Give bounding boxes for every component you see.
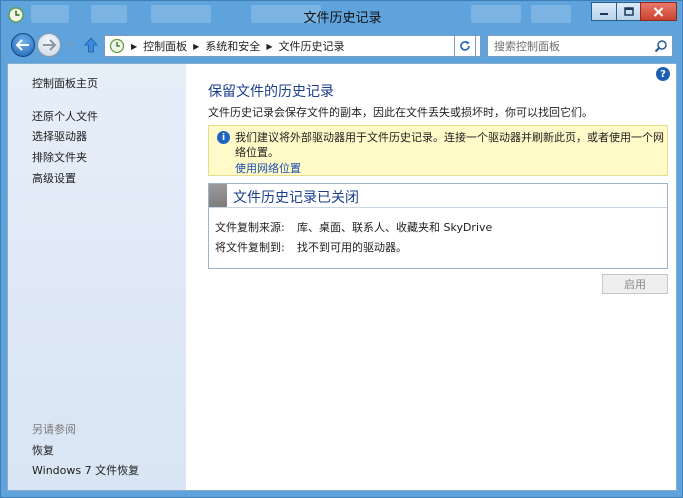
breadcrumb-separator-icon: ▶ xyxy=(266,41,273,51)
close-button[interactable] xyxy=(640,2,677,21)
sidebar-select-drive[interactable]: 选择驱动器 xyxy=(32,128,87,144)
info-icon: i xyxy=(217,131,230,144)
notice-banner: i 我们建议将外部驱动器用于文件历史记录。连接一个驱动器并刷新此页，或者使用一个… xyxy=(208,125,668,176)
status-heading: 文件历史记录已关闭 xyxy=(233,190,359,206)
main-panel: ? 保留文件的历史记录 文件历史记录会保存文件的副本，因此在文件丢失或损坏时，你… xyxy=(186,64,676,490)
help-icon[interactable]: ? xyxy=(656,67,670,81)
search-input[interactable] xyxy=(488,36,648,56)
sidebar-advanced-settings[interactable]: 高级设置 xyxy=(32,170,76,186)
sidebar-exclude-folders[interactable]: 排除文件夹 xyxy=(32,149,87,165)
content-area: 控制面板主页 还原个人文件 选择驱动器 排除文件夹 高级设置 另请参阅 恢复 W… xyxy=(7,63,677,491)
sidebar: 控制面板主页 还原个人文件 选择驱动器 排除文件夹 高级设置 另请参阅 恢复 W… xyxy=(8,64,186,490)
maximize-button[interactable] xyxy=(616,2,641,21)
address-bar[interactable]: ▶ 控制面板 ▶ 系统和安全 ▶ 文件历史记录 xyxy=(104,35,481,57)
breadcrumb-control-panel[interactable]: 控制面板 xyxy=(143,38,187,54)
sidebar-recovery[interactable]: 恢复 xyxy=(32,442,54,458)
close-icon xyxy=(653,6,664,17)
search-box[interactable] xyxy=(487,35,673,57)
minimize-icon xyxy=(600,12,608,15)
back-button[interactable] xyxy=(11,33,35,57)
breadcrumb-separator-icon: ▶ xyxy=(131,41,138,51)
sidebar-restore-personal-files[interactable]: 还原个人文件 xyxy=(32,108,98,124)
search-icon[interactable] xyxy=(654,39,668,53)
refresh-button[interactable] xyxy=(454,35,476,57)
file-history-window: 文件历史记录 ▶ 控制面板 ▶ 系统和安全 ▶ 文件历史记录 搜索控制面板 控制… xyxy=(0,0,683,498)
copy-from-label: 文件复制来源: xyxy=(215,221,285,234)
recent-pages-dropdown-icon[interactable] xyxy=(65,40,75,50)
forward-arrow-icon xyxy=(43,39,56,51)
page-title: 保留文件的历史记录 xyxy=(208,84,334,100)
back-arrow-icon xyxy=(16,39,29,51)
copy-from-value: 库、桌面、联系人、收藏夹和 SkyDrive xyxy=(297,221,493,234)
navigation-bar: ▶ 控制面板 ▶ 系统和安全 ▶ 文件历史记录 xyxy=(7,31,677,61)
use-network-location-link[interactable]: 使用网络位置 xyxy=(235,160,301,176)
sidebar-windows7-file-recovery[interactable]: Windows 7 文件恢复 xyxy=(32,462,139,478)
status-panel: 文件历史记录已关闭 文件复制来源: 库、桌面、联系人、收藏夹和 SkyDrive… xyxy=(208,183,668,269)
sidebar-control-panel-home[interactable]: 控制面板主页 xyxy=(32,75,98,91)
enable-button[interactable]: 启用 xyxy=(602,274,668,294)
minimize-button[interactable] xyxy=(591,2,617,21)
up-arrow-icon[interactable] xyxy=(82,36,100,54)
notice-message: 我们建议将外部驱动器用于文件历史记录。连接一个驱动器并刷新此页，或者使用一个网络… xyxy=(235,131,664,159)
copy-to-value: 找不到可用的驱动器。 xyxy=(297,241,407,254)
breadcrumb-file-history[interactable]: 文件历史记录 xyxy=(278,38,344,54)
forward-button[interactable] xyxy=(37,33,61,57)
status-header: 文件历史记录已关闭 xyxy=(209,184,667,208)
refresh-icon xyxy=(460,40,470,51)
page-description: 文件历史记录会保存文件的副本，因此在文件丢失或损坏时，你可以找回它们。 xyxy=(208,106,593,119)
breadcrumb-separator-icon: ▶ xyxy=(193,41,200,51)
title-bar[interactable]: 文件历史记录 xyxy=(1,1,682,29)
see-also-heading: 另请参阅 xyxy=(32,423,76,436)
breadcrumb-system-security[interactable]: 系统和安全 xyxy=(205,38,260,54)
file-history-icon xyxy=(109,38,125,54)
status-indicator xyxy=(209,184,227,207)
copy-to-label: 将文件复制到: xyxy=(215,241,285,254)
maximize-icon xyxy=(623,7,634,16)
window-title: 文件历史记录 xyxy=(303,11,382,26)
